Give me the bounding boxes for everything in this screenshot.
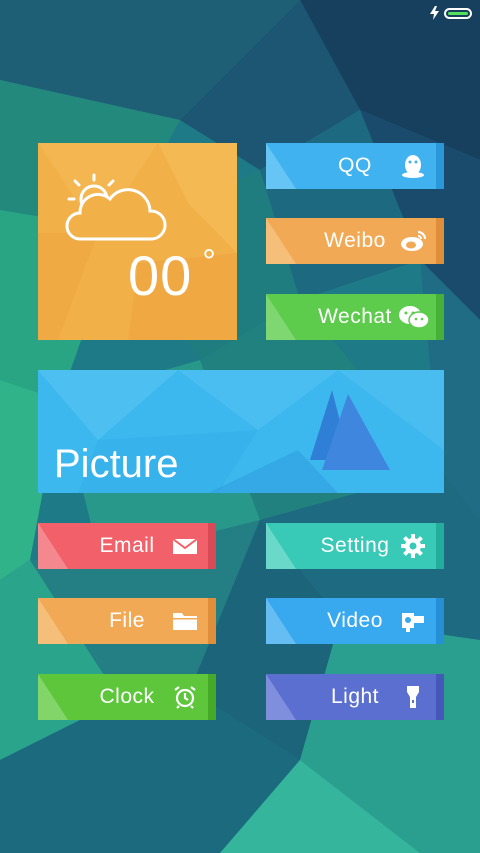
- light-button[interactable]: Light: [266, 674, 444, 720]
- status-bar: [430, 6, 472, 20]
- setting-button[interactable]: Setting: [266, 523, 444, 569]
- degree-symbol: °: [202, 243, 217, 281]
- envelope-icon: [172, 538, 198, 554]
- mountain-icon: [310, 390, 390, 470]
- alarm-clock-icon: [174, 686, 196, 709]
- picture-label: Picture: [54, 442, 179, 486]
- file-button[interactable]: File: [38, 598, 216, 644]
- charging-bolt-icon: [430, 6, 439, 20]
- weibo-icon: [401, 230, 426, 251]
- folder-icon: [173, 613, 197, 630]
- battery-icon: [444, 7, 472, 19]
- wechat-button[interactable]: Wechat: [266, 294, 444, 340]
- clock-button[interactable]: Clock: [38, 674, 216, 720]
- qq-penguin-icon: [402, 155, 424, 178]
- temperature-value: 00: [128, 244, 193, 307]
- gear-icon: [401, 534, 425, 558]
- partly-cloudy-icon: [65, 173, 167, 241]
- video-button[interactable]: Video: [266, 598, 444, 644]
- picture-tile[interactable]: Picture: [38, 370, 444, 493]
- wechat-icon: [399, 306, 430, 329]
- email-button[interactable]: Email: [38, 523, 216, 569]
- weibo-button[interactable]: Weibo: [266, 218, 444, 264]
- weather-tile[interactable]: 00 °: [38, 143, 237, 340]
- video-camera-icon: [402, 613, 424, 632]
- qq-button[interactable]: QQ: [266, 143, 444, 189]
- flashlight-icon: [407, 686, 419, 708]
- temperature-display: 00 °: [128, 243, 217, 308]
